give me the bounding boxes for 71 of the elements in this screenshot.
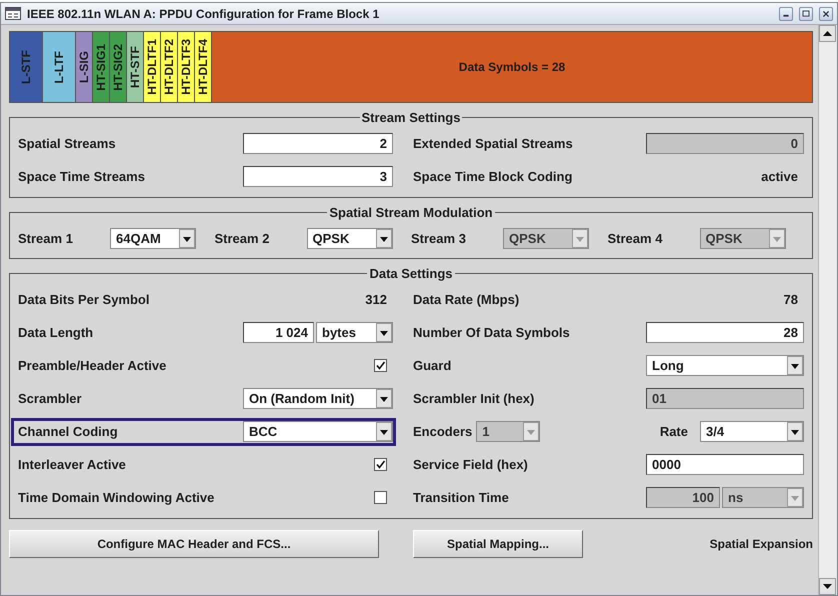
field-label: Space Time Streams [18, 169, 146, 184]
field-label: Channel Coding [18, 424, 119, 439]
field-label: Guard [413, 358, 452, 373]
caret-icon[interactable] [179, 228, 195, 248]
field-label: Data Length [18, 325, 94, 340]
field-label: Data Rate (Mbps) [413, 292, 520, 307]
dropdown[interactable]: QPSK [306, 228, 392, 248]
field-label: Interleaver Active [18, 457, 127, 472]
frame-segment: L-LTF [43, 32, 76, 102]
action-button[interactable]: Spatial Mapping... [413, 530, 583, 558]
input-field[interactable]: 28 [646, 322, 804, 343]
frame-segment: Data Symbols = 28 [212, 32, 812, 102]
caret-icon[interactable] [376, 422, 392, 441]
field-label: Number Of Data Symbols [413, 325, 571, 340]
close-icon[interactable] [819, 6, 833, 20]
action-button[interactable]: Configure MAC Header and FCS... [9, 530, 379, 558]
dropdown[interactable]: On (Random Init) [243, 388, 393, 409]
field-label: Space Time Block Coding [413, 169, 574, 184]
field-label: Stream 4 [608, 230, 664, 246]
input-field[interactable]: 1 024 [243, 322, 314, 343]
field-label: Data Bits Per Symbol [18, 292, 150, 307]
input-field[interactable]: 2 [243, 133, 393, 154]
input-field[interactable]: 3 [243, 166, 393, 187]
frame-segment: HT-DLTF2 [161, 32, 178, 102]
frame-segment: L-SIG [76, 32, 93, 102]
field-label: Service Field (hex) [413, 457, 529, 472]
app-icon [5, 7, 21, 20]
field-label: Stream 1 [18, 230, 74, 246]
dropdown[interactable]: BCC [243, 421, 393, 442]
mode-label: Spatial Expansion [708, 537, 813, 551]
value-text: active [761, 169, 799, 184]
dropdown[interactable]: Long [646, 355, 804, 376]
frame-segment: L-STF [10, 32, 43, 102]
caret-icon[interactable] [787, 356, 803, 375]
checkbox[interactable] [374, 458, 387, 471]
field-label: Stream 2 [214, 230, 270, 246]
frame-segment: HT-SIG1 [93, 32, 110, 102]
field-label: Spatial Streams [18, 136, 117, 151]
scrollbar[interactable] [818, 25, 837, 595]
section-title: Stream Settings [360, 110, 462, 125]
field-label: Scrambler Init (hex) [413, 391, 536, 406]
minimize-icon[interactable] [779, 6, 793, 20]
field-label: Transition Time [413, 490, 510, 505]
field-label: Stream 3 [411, 230, 467, 246]
scroll-down-icon[interactable] [819, 578, 836, 595]
caret-icon[interactable] [376, 228, 392, 248]
frame-segment: HT-DLTF1 [144, 32, 161, 102]
field-label: Scrambler [18, 391, 83, 406]
maximize-icon[interactable] [799, 6, 813, 20]
scroll-up-icon[interactable] [819, 25, 836, 42]
frame-segment: HT-STF [127, 32, 144, 102]
value-text: 78 [784, 292, 799, 307]
value-text: 312 [365, 292, 388, 307]
frame-segment: HT-DLTF4 [195, 32, 212, 102]
caret-icon[interactable] [376, 389, 392, 408]
checkbox[interactable] [374, 491, 387, 504]
caret-icon[interactable] [376, 323, 392, 342]
dropdown[interactable]: 64QAM [110, 228, 196, 248]
section-title: Data Settings [368, 266, 454, 281]
field-label: Preamble/Header Active [18, 358, 168, 373]
field-label: Extended Spatial Streams [413, 136, 574, 151]
section-title: Spatial Stream Modulation [328, 205, 494, 220]
field-label: Encoders [413, 424, 472, 439]
field-label: Time Domain Windowing Active [18, 490, 216, 505]
field-label: Rate [658, 424, 688, 439]
frame-segment: HT-SIG2 [110, 32, 127, 102]
frame-segment: HT-DLTF3 [178, 32, 195, 102]
window-title: IEEE 802.11n WLAN A: PPDU Configuration for Frame Block 1 [27, 6, 380, 20]
dropdown[interactable]: bytes [316, 322, 393, 343]
checkbox[interactable] [374, 359, 387, 372]
input-field[interactable]: 0000 [646, 454, 804, 475]
